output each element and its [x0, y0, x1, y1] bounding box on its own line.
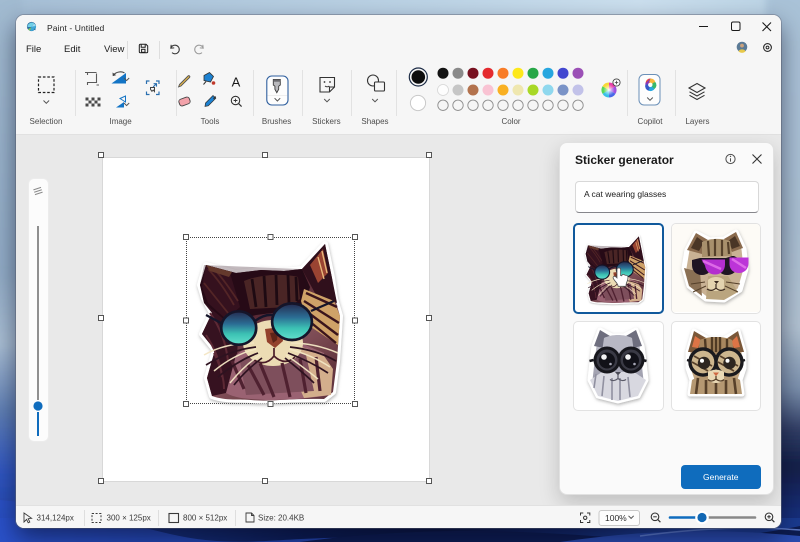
svg-text:Selection: Selection — [30, 117, 63, 126]
svg-text:800 × 512px: 800 × 512px — [183, 514, 227, 523]
svg-text:Copilot: Copilot — [638, 117, 664, 126]
svg-text:Shapes: Shapes — [361, 117, 388, 126]
svg-text:Image: Image — [109, 117, 132, 126]
svg-text:100%: 100% — [605, 513, 627, 523]
svg-text:Stickers: Stickers — [312, 117, 340, 126]
svg-text:314,124px: 314,124px — [37, 514, 74, 523]
svg-text:Brushes: Brushes — [262, 117, 291, 126]
svg-text:Tools: Tools — [201, 117, 220, 126]
svg-text:Size: 20.4KB: Size: 20.4KB — [258, 514, 304, 523]
svg-text:Color: Color — [501, 117, 520, 126]
svg-text:300 × 125px: 300 × 125px — [107, 514, 151, 523]
svg-text:A: A — [232, 75, 241, 90]
svg-text:Layers: Layers — [685, 117, 709, 126]
